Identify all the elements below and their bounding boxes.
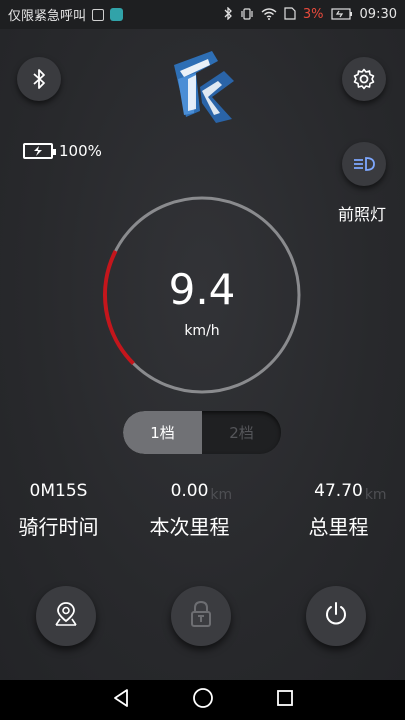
wifi-icon	[261, 7, 277, 22]
trip-distance-value: 0.00 km	[170, 481, 233, 503]
ride-time-value-text: 0M15S	[29, 481, 88, 501]
trip-distance-label: 本次里程	[149, 515, 230, 539]
power-icon	[323, 601, 349, 631]
trip-distance-stat: 0.00 km 本次里程	[122, 481, 257, 540]
ride-time-label: 骑行时间	[18, 515, 99, 539]
back-triangle-icon[interactable]	[111, 688, 131, 712]
clock-text: 09:30	[359, 7, 397, 22]
lock-icon	[189, 600, 213, 632]
battery-charging-icon	[23, 143, 56, 159]
app-screen: 100% 前照灯 9.4 km/h 1档 2档 0M15S 骑行时间 0.00 k…	[0, 29, 405, 680]
battery-status-icon	[330, 7, 353, 22]
app-notification-icon	[110, 8, 124, 21]
speed-unit: km/h	[184, 323, 220, 339]
brand-logo	[166, 51, 238, 123]
gear-option-1[interactable]: 1档	[123, 411, 202, 454]
bluetooth-icon	[32, 68, 46, 90]
total-distance-value: 47.70 km	[314, 481, 386, 503]
recents-square-icon[interactable]	[276, 689, 294, 711]
headlight-label: 前照灯	[338, 205, 387, 224]
location-button[interactable]	[36, 586, 96, 646]
bike-battery-indicator: 100%	[23, 142, 102, 160]
gear-icon	[353, 68, 375, 90]
total-distance-stat: 47.70 km 总里程	[271, 481, 405, 540]
ride-time-value: 0M15S	[30, 481, 88, 501]
total-distance-label: 总里程	[308, 515, 369, 539]
power-button[interactable]	[306, 586, 366, 646]
battery-level-text: 100%	[59, 142, 102, 160]
vibrate-icon	[240, 7, 254, 22]
sim-icon	[284, 7, 296, 22]
total-distance-value-text: 47.70	[314, 481, 363, 501]
home-circle-icon[interactable]	[192, 687, 214, 713]
ride-time-stat: 0M15S 骑行时间	[0, 481, 126, 540]
image-notification-icon	[92, 8, 105, 21]
total-distance-unit: km	[364, 487, 387, 503]
headlight-button[interactable]	[342, 142, 386, 186]
status-bar: 仅限紧急呼叫 3% 09:30	[0, 0, 405, 29]
bluetooth-status-icon	[224, 6, 233, 22]
bluetooth-button[interactable]	[17, 57, 61, 101]
gear-selector: 1档 2档	[123, 411, 281, 454]
settings-button[interactable]	[342, 57, 386, 101]
trip-distance-value-text: 0.00	[170, 481, 209, 501]
headlight-icon	[352, 156, 376, 172]
carrier-text: 仅限紧急呼叫	[8, 9, 87, 24]
k-logo-icon	[166, 51, 238, 127]
map-pin-icon	[53, 600, 79, 632]
lock-button[interactable]	[171, 586, 231, 646]
battery-percent-text: 3%	[302, 7, 324, 22]
gear-option-2[interactable]: 2档	[202, 411, 281, 454]
trip-distance-unit: km	[210, 487, 233, 503]
system-nav-bar	[0, 680, 405, 720]
speed-value: 9.4	[168, 265, 236, 314]
